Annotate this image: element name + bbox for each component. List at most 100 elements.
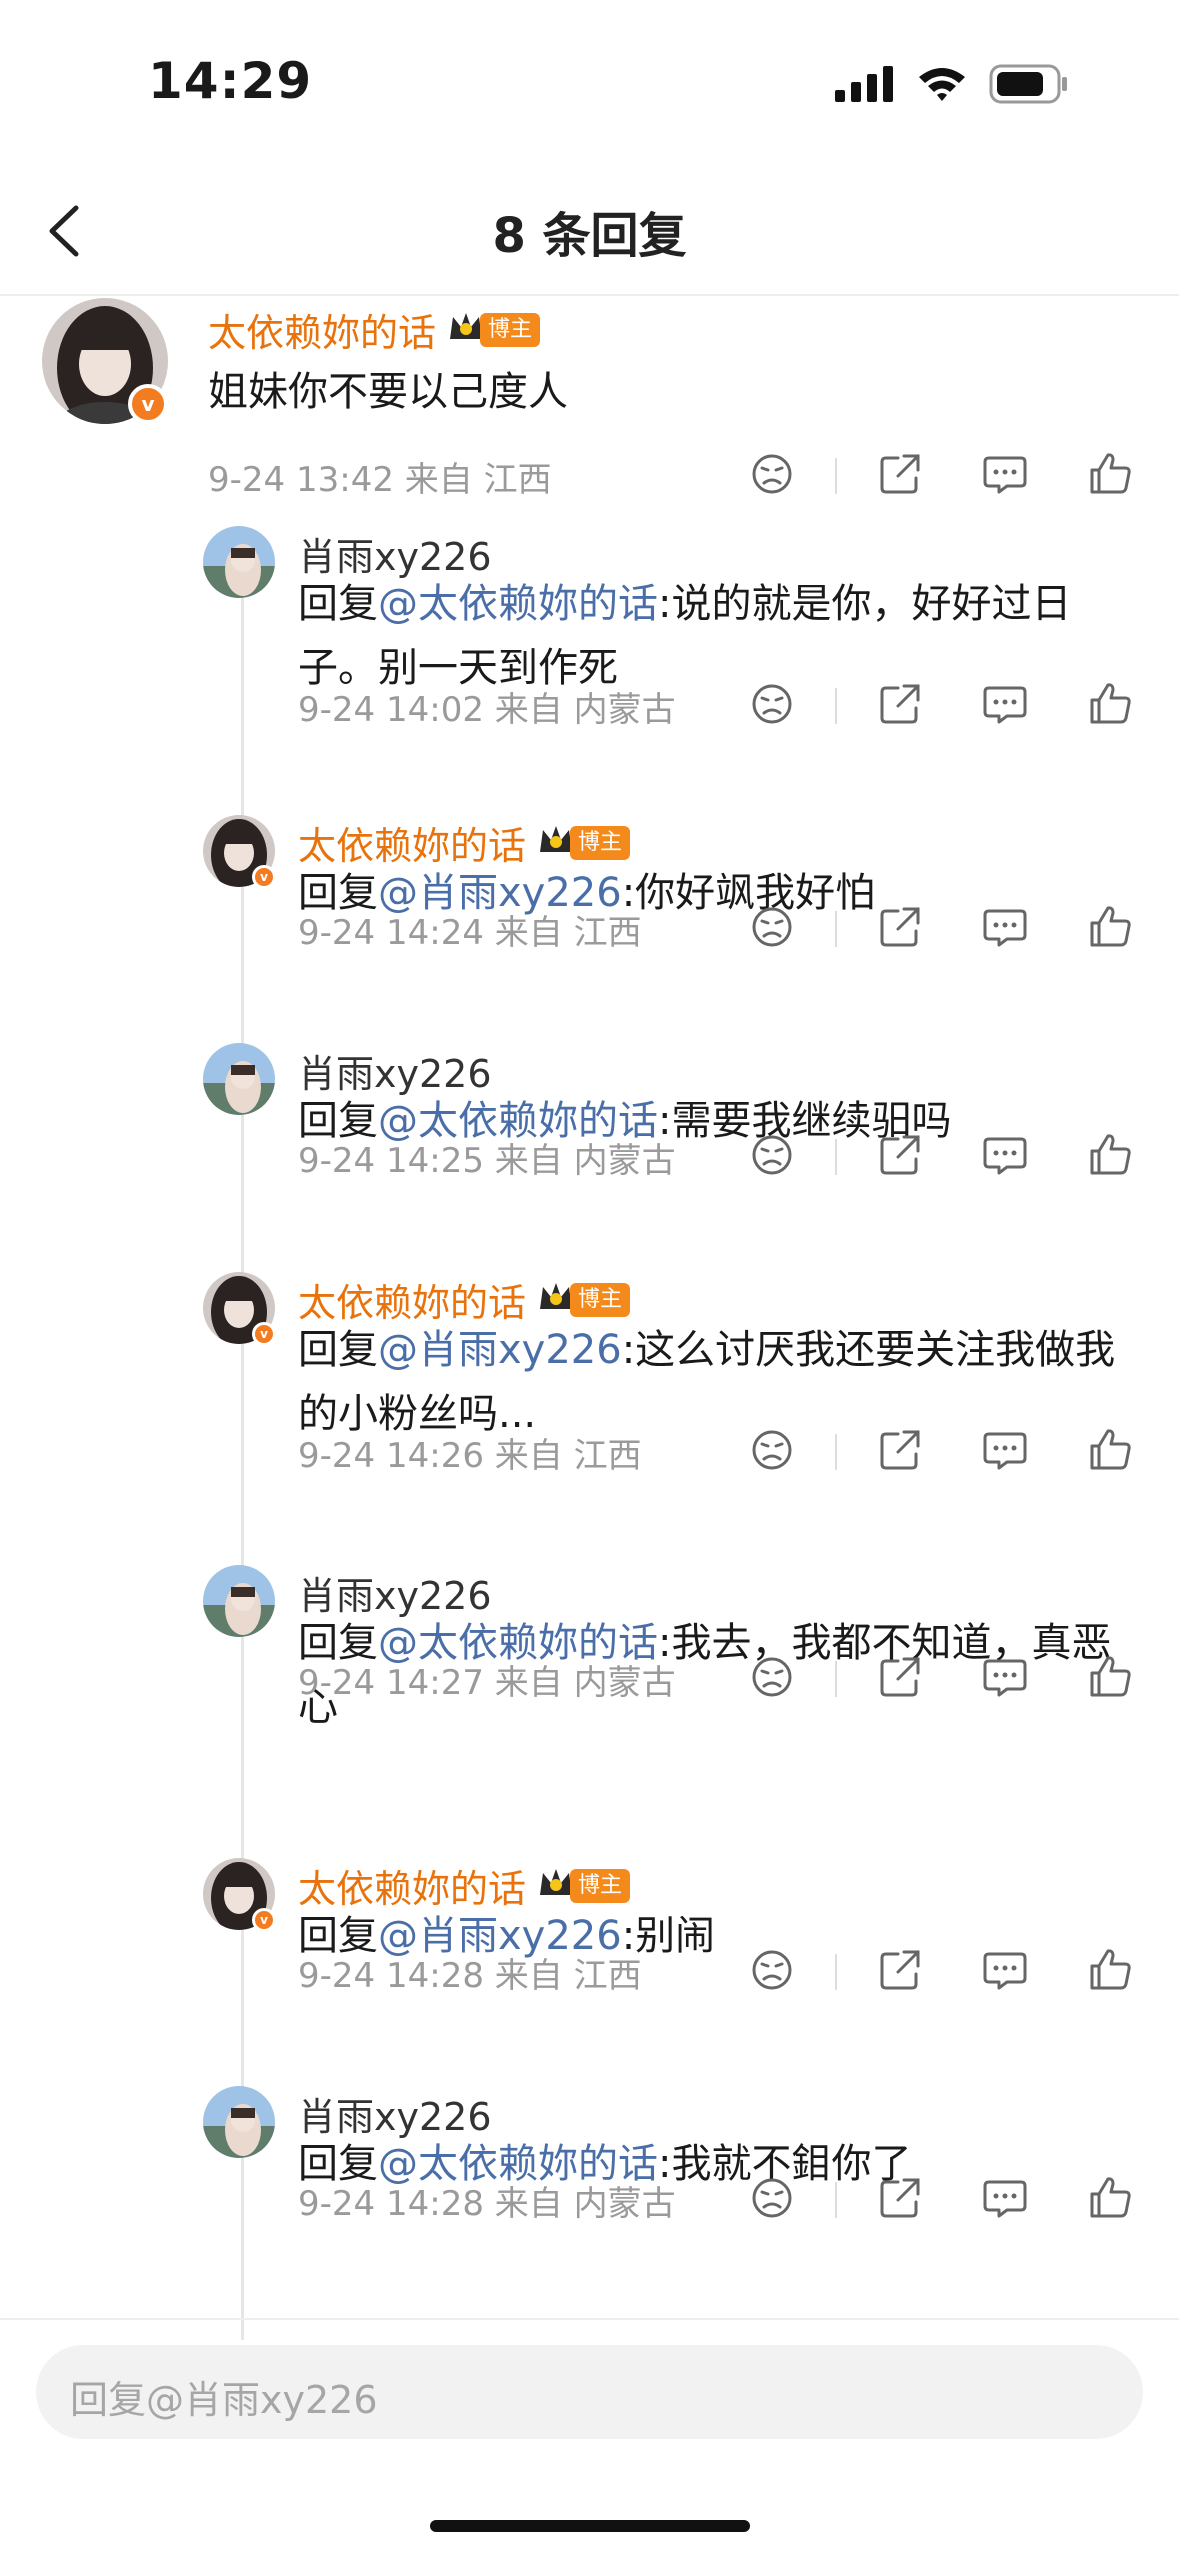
comment-button[interactable] <box>981 450 1029 498</box>
comment-button[interactable] <box>981 1946 1029 1994</box>
reply-meta: 9-24 14:24 来自 江西 <box>298 913 642 953</box>
avatar-image <box>203 2086 275 2158</box>
avatar-image <box>203 526 275 598</box>
share-button[interactable] <box>876 1131 924 1179</box>
bottom-divider <box>0 2318 1179 2320</box>
mention-link[interactable]: @肖雨xy226 <box>378 1327 622 1373</box>
like-thumb-icon <box>1090 683 1131 724</box>
reply-meta: 9-24 14:28 来自 江西 <box>298 1956 642 1996</box>
dislike-button[interactable] <box>748 1426 796 1474</box>
comment-button[interactable] <box>981 1131 1029 1179</box>
dislike-face-icon <box>752 1950 792 1990</box>
share-button[interactable] <box>876 1426 924 1474</box>
dislike-face-icon <box>752 1430 792 1470</box>
crown-icon <box>538 821 574 865</box>
comment-button[interactable] <box>981 2174 1029 2222</box>
comment-actions <box>748 450 1138 500</box>
crown-icon <box>538 1864 574 1908</box>
like-thumb-icon <box>1090 2177 1131 2218</box>
home-indicator <box>430 2520 750 2532</box>
action-divider <box>835 1954 837 1990</box>
reply-prefix: 回复 <box>298 1327 378 1373</box>
dislike-button[interactable] <box>748 1946 796 1994</box>
reply-input[interactable]: 回复@肖雨xy226 <box>36 2345 1143 2439</box>
like-thumb-icon <box>1090 1656 1131 1697</box>
reply-prefix: 回复 <box>298 581 378 627</box>
like-button[interactable] <box>1086 450 1134 498</box>
avatar[interactable] <box>203 1043 275 1115</box>
avatar[interactable] <box>203 526 275 598</box>
comment-text: 姐妹你不要以己度人 <box>208 369 568 415</box>
comment-button[interactable] <box>981 1653 1029 1701</box>
like-button[interactable] <box>1086 2174 1134 2222</box>
blogger-badge: 博主 <box>570 825 631 860</box>
reply-meta: 9-24 14:25 来自 内蒙古 <box>298 1141 676 1181</box>
mention-link[interactable]: @太依赖妳的话 <box>378 581 658 627</box>
status-bar: 14:29 <box>0 0 1179 170</box>
share-button[interactable] <box>876 450 924 498</box>
reply-actions <box>748 680 1138 730</box>
like-button[interactable] <box>1086 903 1134 951</box>
dislike-face-icon <box>752 1135 792 1175</box>
avatar-image <box>203 1043 275 1115</box>
dislike-button[interactable] <box>748 903 796 951</box>
dislike-face-icon <box>752 1657 792 1697</box>
comment-button[interactable] <box>981 903 1029 951</box>
dislike-button[interactable] <box>748 2174 796 2222</box>
share-icon <box>880 1430 920 1470</box>
dislike-face-icon <box>752 454 792 494</box>
action-divider <box>835 458 837 494</box>
verified-badge: v <box>128 384 168 424</box>
comment-icon <box>983 1432 1027 1470</box>
like-button[interactable] <box>1086 1946 1134 1994</box>
like-thumb-icon <box>1090 1134 1131 1175</box>
like-thumb-icon <box>1090 906 1131 947</box>
verified-badge: v <box>252 1908 276 1932</box>
dislike-button[interactable] <box>748 1653 796 1701</box>
comment-button[interactable] <box>981 680 1029 728</box>
avatar-image <box>203 1565 275 1637</box>
comment-icon <box>983 1137 1027 1175</box>
share-button[interactable] <box>876 1946 924 1994</box>
blogger-badge: 博主 <box>570 1868 631 1903</box>
share-button[interactable] <box>876 903 924 951</box>
verified-badge: v <box>252 865 276 889</box>
dislike-face-icon <box>752 907 792 947</box>
dislike-button[interactable] <box>748 1131 796 1179</box>
comment-icon <box>983 2180 1027 2218</box>
action-divider <box>835 688 837 724</box>
share-icon <box>880 2178 920 2218</box>
reply-actions <box>748 1426 1138 1476</box>
dislike-button[interactable] <box>748 450 796 498</box>
reply-meta: 9-24 14:26 来自 江西 <box>298 1436 642 1476</box>
comment-icon <box>983 686 1027 724</box>
like-button[interactable] <box>1086 1131 1134 1179</box>
status-icons <box>835 64 1069 104</box>
action-divider <box>835 1434 837 1470</box>
share-button[interactable] <box>876 680 924 728</box>
dislike-face-icon <box>752 684 792 724</box>
share-icon <box>880 1950 920 1990</box>
action-divider <box>835 1661 837 1697</box>
like-button[interactable] <box>1086 1426 1134 1474</box>
share-button[interactable] <box>876 1653 924 1701</box>
like-button[interactable] <box>1086 1653 1134 1701</box>
author-name[interactable]: 太依赖妳的话 博主 <box>208 302 541 357</box>
comment-icon <box>983 1952 1027 1990</box>
avatar[interactable] <box>203 1565 275 1637</box>
dislike-button[interactable] <box>748 680 796 728</box>
like-button[interactable] <box>1086 680 1134 728</box>
dislike-face-icon <box>752 2178 792 2218</box>
reply-meta: 9-24 14:28 来自 内蒙古 <box>298 2184 676 2224</box>
share-icon <box>880 907 920 947</box>
share-icon <box>880 1657 920 1697</box>
share-button[interactable] <box>876 2174 924 2222</box>
comment-button[interactable] <box>981 1426 1029 1474</box>
reply-input-placeholder: 回复@肖雨xy226 <box>70 2378 378 2422</box>
comment-icon <box>983 456 1027 494</box>
avatar[interactable] <box>203 2086 275 2158</box>
reply-actions <box>748 2174 1138 2224</box>
wifi-icon <box>919 68 965 101</box>
reply-actions <box>748 903 1138 953</box>
blogger-badge: 博主 <box>570 1282 631 1317</box>
